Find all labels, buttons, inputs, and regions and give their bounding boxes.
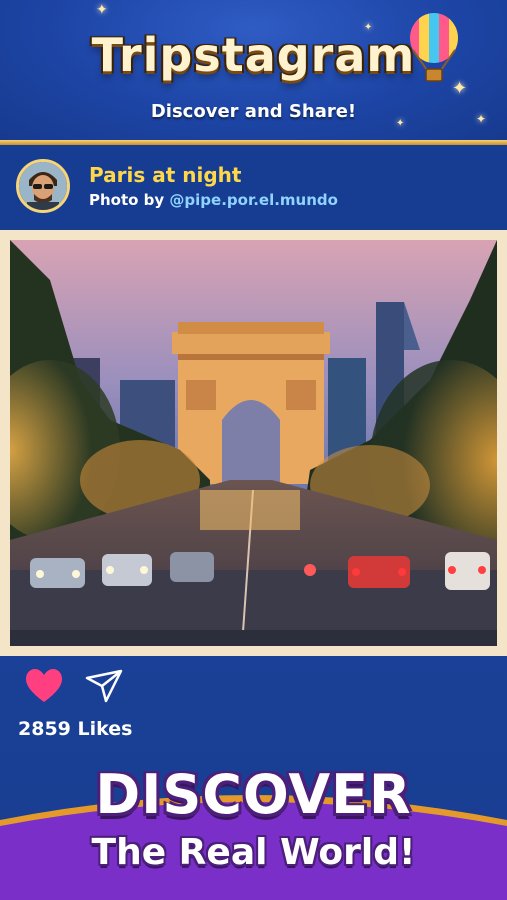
author-handle-link[interactable]: @pipe.por.el.mundo: [169, 191, 338, 209]
hot-air-balloon-icon: [410, 13, 458, 82]
user-portrait: [19, 162, 67, 210]
photo-frame: [0, 230, 507, 656]
banner-headline: DISCOVER: [95, 763, 412, 826]
banner-tagline: The Real World!: [91, 832, 416, 873]
post-header: Paris at night Photo by @pipe.por.el.mun…: [0, 145, 507, 230]
post-title: Paris at night: [89, 163, 242, 187]
credit-prefix: Photo by: [89, 191, 170, 209]
paris-night-photo: [10, 240, 497, 646]
app-header: ✦ ✦ ✦ ✦ ✦ Tripstagram Discover and Share…: [0, 0, 507, 142]
send-icon[interactable]: [84, 668, 124, 704]
post-photo[interactable]: [10, 240, 497, 646]
photo-credit: Photo by @pipe.por.el.mundo: [89, 191, 338, 209]
app-subtitle: Discover and Share!: [150, 101, 357, 122]
heart-icon[interactable]: [24, 668, 64, 704]
sparkle-icon: ✦: [96, 2, 108, 18]
likes-count: 2859 Likes: [18, 718, 133, 740]
avatar[interactable]: [16, 159, 70, 213]
